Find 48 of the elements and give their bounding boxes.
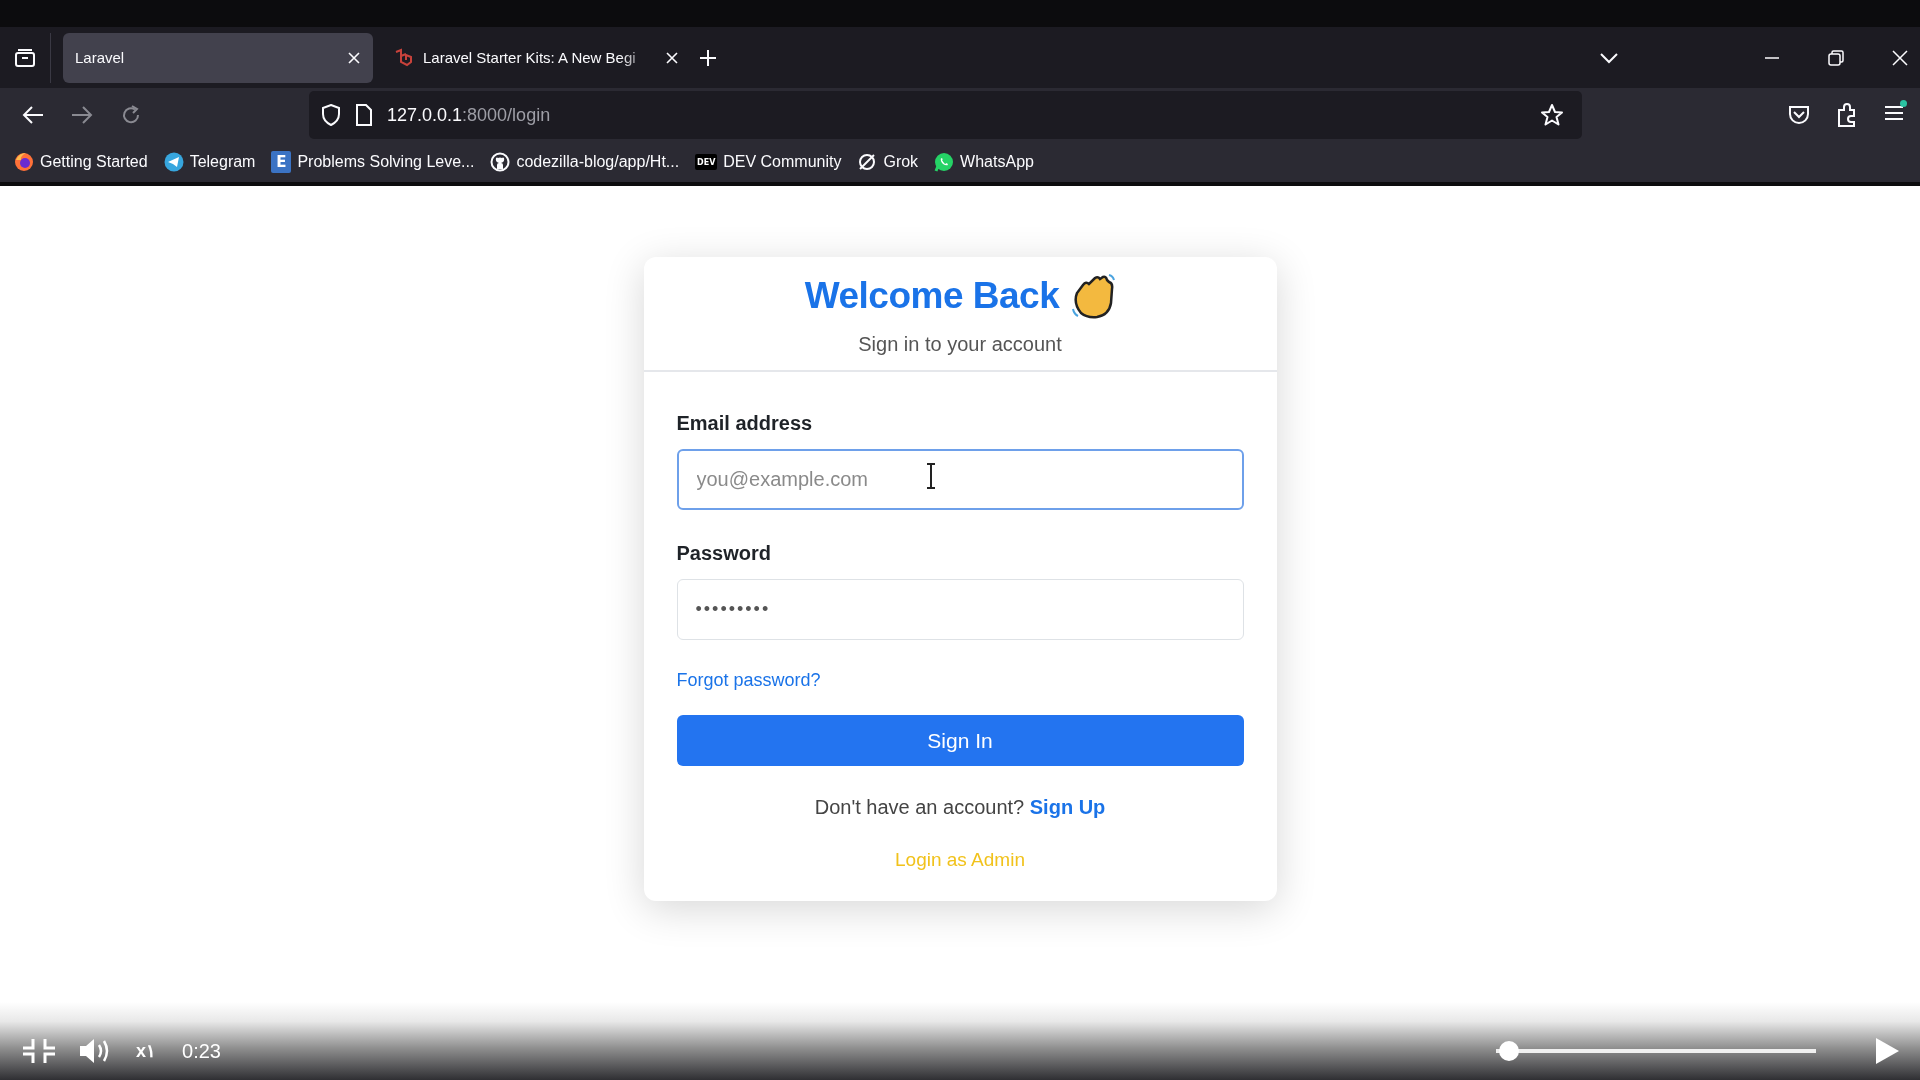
pocket-icon[interactable] xyxy=(1788,105,1810,125)
field-label: Email address xyxy=(676,412,814,435)
reload-icon[interactable] xyxy=(120,104,142,126)
page-icon[interactable] xyxy=(355,104,373,126)
close-icon[interactable] xyxy=(1892,49,1908,66)
sign-in-button[interactable]: Sign In xyxy=(676,715,1244,766)
address-bar[interactable]: 127.0.0.1:8000/login xyxy=(309,91,1582,139)
bookmark-link[interactable]: Getting Started xyxy=(14,152,148,172)
welcome-title: Welcome Back xyxy=(804,275,1060,317)
chevron-down-icon[interactable] xyxy=(1600,51,1618,64)
bookmark-link[interactable]: codezilla-blog/app/Ht... xyxy=(490,152,680,172)
restore-icon[interactable] xyxy=(1828,49,1844,66)
site-badge-icon: DEV xyxy=(695,154,718,170)
sign-up-prompt: Don't have an account? Sign Up xyxy=(813,796,1107,819)
chat-bubble-icon xyxy=(934,152,955,172)
email-input[interactable]: you@example.com xyxy=(676,449,1244,510)
text-cursor-icon xyxy=(924,463,937,489)
sign-up-link[interactable]: Sign Up xyxy=(1029,796,1106,818)
paper-plane-icon xyxy=(163,152,184,172)
waving-hand-icon xyxy=(1071,273,1116,319)
back-arrow-icon[interactable] xyxy=(22,105,44,125)
slashed-circle-icon xyxy=(857,152,878,172)
puzzle-icon[interactable] xyxy=(1836,103,1858,127)
subtitle: Sign in to your account xyxy=(858,333,1062,356)
bookmark-link[interactable]: Grok xyxy=(857,152,919,172)
tab-overview-icon[interactable] xyxy=(14,47,36,68)
bookmark-link[interactable]: WhatsApp xyxy=(934,152,1034,172)
site-badge-icon: E xyxy=(271,151,292,173)
field-label: Password xyxy=(676,542,772,565)
fox-globe-icon xyxy=(14,152,34,172)
shield-icon[interactable] xyxy=(321,104,341,126)
close-icon[interactable] xyxy=(347,50,361,65)
slider-thumb[interactable] xyxy=(1499,1041,1519,1061)
forgot-password-link[interactable]: Forgot password? xyxy=(676,670,821,691)
bookmark-link[interactable]: DEV DEV Community xyxy=(695,153,842,171)
bookmark-link[interactable]: Telegram xyxy=(163,152,256,172)
browser-tab[interactable]: Laravel Starter Kits: A New Begi xyxy=(381,32,691,83)
time-display: 0:23 xyxy=(182,1039,221,1063)
browser-tab[interactable]: Laravel xyxy=(63,32,373,83)
password-input[interactable]: ••••••••• xyxy=(676,579,1244,640)
new-tab-icon[interactable] xyxy=(699,48,717,67)
forward-arrow-icon[interactable] xyxy=(71,105,93,125)
exit-fullscreen-icon[interactable] xyxy=(22,1038,56,1064)
playback-speed[interactable]: x١ xyxy=(136,1040,156,1062)
close-icon[interactable] xyxy=(665,50,679,65)
play-icon[interactable] xyxy=(1874,1037,1900,1065)
bookmark-link[interactable]: E Problems Solving Leve... xyxy=(271,151,475,173)
star-icon[interactable] xyxy=(1540,103,1564,127)
